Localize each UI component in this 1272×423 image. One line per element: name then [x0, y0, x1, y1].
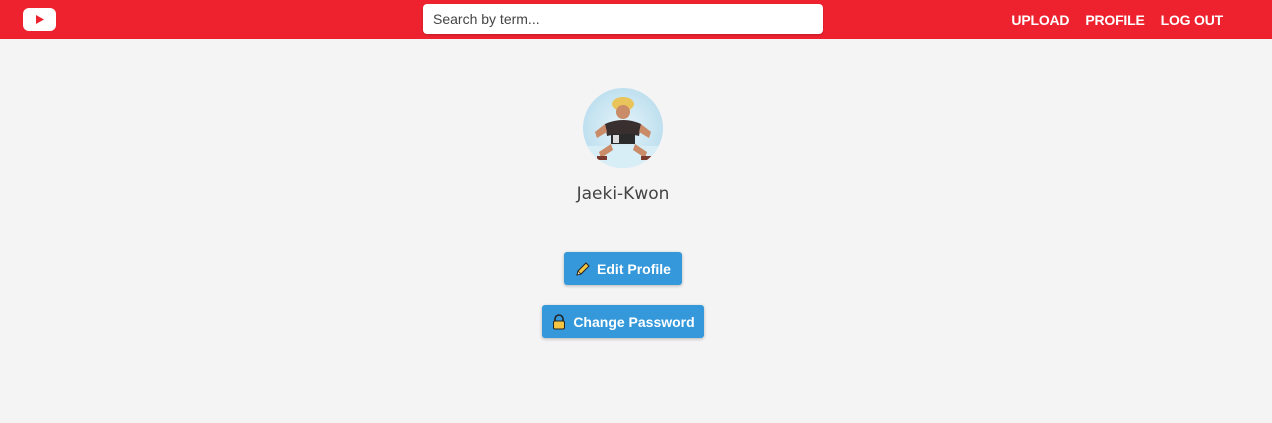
- pencil-icon: [575, 261, 591, 277]
- edit-profile-button[interactable]: Edit Profile: [564, 252, 682, 285]
- profile-avatar-image: [583, 88, 663, 168]
- nav-logout-link[interactable]: LOG OUT: [1161, 12, 1224, 28]
- change-password-button[interactable]: Change Password: [542, 305, 704, 338]
- lock-icon: [551, 313, 567, 330]
- top-navbar: UPLOAD PROFILE LOG OUT: [0, 0, 1272, 39]
- edit-profile-label: Edit Profile: [597, 260, 671, 277]
- nav-profile-link[interactable]: PROFILE: [1085, 12, 1144, 28]
- change-password-label: Change Password: [573, 313, 695, 330]
- nav-upload-link[interactable]: UPLOAD: [1011, 12, 1069, 28]
- profile-username: Jaeki-Kwon: [576, 184, 670, 204]
- search-input[interactable]: [423, 4, 823, 34]
- nav-links: UPLOAD PROFILE LOG OUT: [1011, 0, 1223, 39]
- play-logo-icon[interactable]: [23, 8, 56, 31]
